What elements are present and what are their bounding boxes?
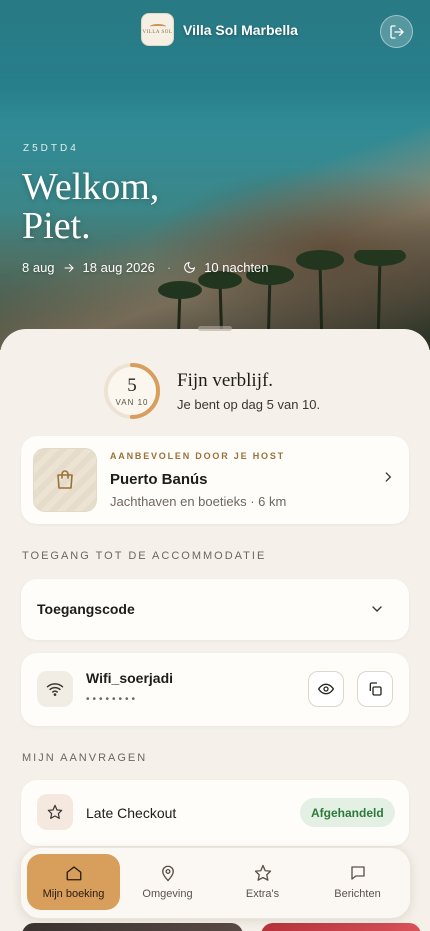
message-icon (350, 866, 365, 880)
nav-label: Extra's (245, 888, 280, 900)
star-icon (37, 794, 73, 830)
chevron-right-icon (385, 472, 392, 482)
welcome-line-2: Piet. (22, 205, 91, 247)
brand: VILLA SOL Villa Sol Marbella (141, 13, 298, 46)
reveal-password-button[interactable] (308, 671, 344, 707)
home-icon (66, 866, 81, 881)
requests-section-label: MIJN AANVRAGEN (22, 752, 148, 764)
booking-code: Z5DTD4 (23, 143, 79, 154)
logout-button[interactable] (380, 15, 413, 48)
stay-dates: 8 aug 18 aug 2026 · 10 nachten (22, 260, 269, 275)
nav-label: Omgeving (142, 888, 193, 900)
recommendation-title: Puerto Banús (110, 471, 208, 488)
current-day: 5 (127, 375, 137, 396)
check-in-date: 8 aug (22, 260, 55, 275)
access-code-label: Toegangscode (37, 601, 135, 617)
nav-label: Berichten (334, 888, 381, 900)
progress-title: Fijn verblijf. (177, 370, 274, 391)
peek-card-left (22, 923, 243, 931)
moon-icon (184, 261, 196, 273)
nav-label: Mijn boeking (42, 888, 105, 900)
nav-item-mijn-boeking[interactable]: Mijn boeking (27, 854, 120, 910)
wifi-network-name: Wifi_soerjadi (86, 670, 174, 686)
arrow-right-icon (64, 263, 74, 272)
access-section-label: TOEGANG TOT DE ACCOMMODATIE (22, 550, 267, 562)
recommendation-subtitle: Jachthaven en boetieks · 6 km (110, 494, 287, 509)
eye-icon (318, 683, 334, 695)
shopping-bag-icon (57, 470, 73, 489)
sheet-grabber[interactable] (198, 326, 232, 331)
request-item[interactable]: Late Checkout Afgehandeld (21, 780, 409, 846)
nights-count: 10 nachten (204, 260, 269, 275)
bottom-navigation: Mijn boeking Omgeving Extra's Berichten (20, 847, 411, 919)
progress-subtitle: Je bent op dag 5 van 10. (177, 397, 321, 412)
nav-item-berichten[interactable]: Berichten (311, 854, 404, 910)
map-pin-icon (161, 865, 174, 882)
copy-icon (369, 682, 382, 696)
brand-logo: VILLA SOL (141, 13, 174, 46)
total-days-label: VAN 10 (115, 398, 149, 407)
progress-ring: 5 VAN 10 (103, 362, 161, 420)
recommendation-eyebrow: AANBEVOLEN DOOR JE HOST (110, 451, 285, 461)
recommendation-thumbnail (33, 448, 97, 512)
content-sheet: 5 VAN 10 Fijn verblijf. Je bent op dag 5… (0, 329, 430, 931)
logout-icon (389, 24, 404, 39)
request-title: Late Checkout (86, 805, 177, 821)
check-out-date: 18 aug 2026 (82, 260, 155, 275)
welcome-line-1: Welkom, (22, 166, 160, 208)
nav-item-omgeving[interactable]: Omgeving (121, 854, 214, 910)
separator-dot: · (166, 260, 172, 275)
copy-password-button[interactable] (357, 671, 393, 707)
brand-name: Villa Sol Marbella (183, 21, 298, 38)
nav-item-extras[interactable]: Extra's (216, 854, 309, 910)
wifi-icon (37, 671, 73, 707)
wifi-card: Wifi_soerjadi •••••••• (21, 653, 409, 726)
access-code-accordion[interactable]: Toegangscode (21, 579, 409, 640)
peek-card-right (261, 923, 421, 931)
wifi-password: •••••••• (86, 694, 139, 705)
star-icon (254, 864, 271, 881)
host-recommendation-card[interactable]: AANBEVOLEN DOOR JE HOST Puerto Banús Jac… (21, 436, 409, 524)
welcome-heading: Welkom, Piet. (22, 168, 159, 246)
status-badge: Afgehandeld (300, 798, 395, 827)
chevron-down-icon (372, 606, 382, 612)
brand-logo-text: VILLA SOL (142, 30, 173, 35)
stay-progress: 5 VAN 10 Fijn verblijf. Je bent op dag 5… (103, 362, 320, 420)
